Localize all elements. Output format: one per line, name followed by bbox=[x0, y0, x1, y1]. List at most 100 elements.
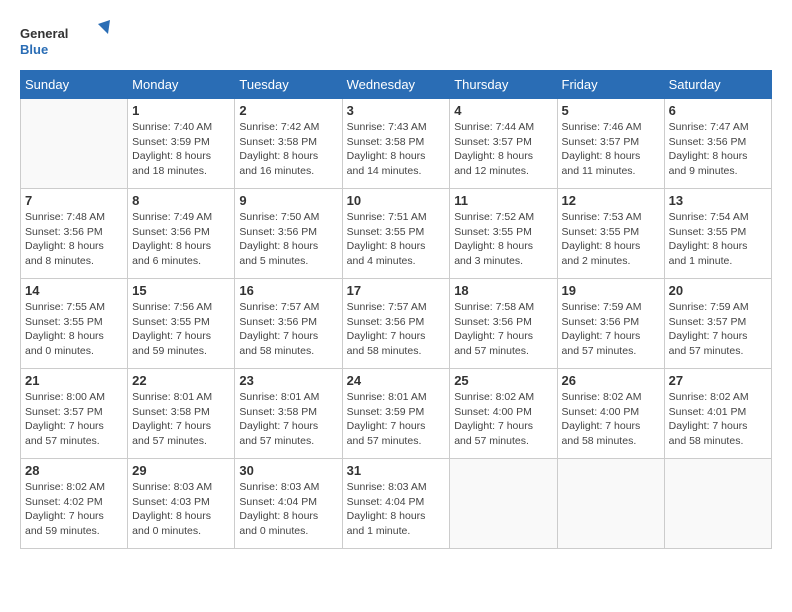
day-info: Sunrise: 7:47 AM Sunset: 3:56 PM Dayligh… bbox=[669, 120, 767, 179]
day-number: 22 bbox=[132, 373, 230, 388]
day-number: 4 bbox=[454, 103, 552, 118]
day-info: Sunrise: 8:02 AM Sunset: 4:00 PM Dayligh… bbox=[454, 390, 552, 449]
day-number: 13 bbox=[669, 193, 767, 208]
day-cell: 17Sunrise: 7:57 AM Sunset: 3:56 PM Dayli… bbox=[342, 279, 450, 369]
day-info: Sunrise: 7:42 AM Sunset: 3:58 PM Dayligh… bbox=[239, 120, 337, 179]
day-info: Sunrise: 8:01 AM Sunset: 3:59 PM Dayligh… bbox=[347, 390, 446, 449]
day-number: 23 bbox=[239, 373, 337, 388]
day-info: Sunrise: 7:48 AM Sunset: 3:56 PM Dayligh… bbox=[25, 210, 123, 269]
day-cell: 27Sunrise: 8:02 AM Sunset: 4:01 PM Dayli… bbox=[664, 369, 771, 459]
day-number: 2 bbox=[239, 103, 337, 118]
day-cell: 5 Sunrise: 7:46 AM Sunset: 3:57 PM Daylig… bbox=[557, 99, 664, 189]
day-cell: 6 Sunrise: 7:47 AM Sunset: 3:56 PM Daylig… bbox=[664, 99, 771, 189]
day-info: Sunrise: 8:03 AM Sunset: 4:03 PM Dayligh… bbox=[132, 480, 230, 539]
day-cell: 21Sunrise: 8:00 AM Sunset: 3:57 PM Dayli… bbox=[21, 369, 128, 459]
day-number: 3 bbox=[347, 103, 446, 118]
day-number: 16 bbox=[239, 283, 337, 298]
day-cell bbox=[21, 99, 128, 189]
header-cell-saturday: Saturday bbox=[664, 71, 771, 99]
week-row-4: 21Sunrise: 8:00 AM Sunset: 3:57 PM Dayli… bbox=[21, 369, 772, 459]
header-cell-sunday: Sunday bbox=[21, 71, 128, 99]
day-number: 8 bbox=[132, 193, 230, 208]
day-number: 24 bbox=[347, 373, 446, 388]
day-cell: 12 Sunrise: 7:53 AM Sunset: 3:55 PM Dayli… bbox=[557, 189, 664, 279]
day-info: Sunrise: 8:01 AM Sunset: 3:58 PM Dayligh… bbox=[132, 390, 230, 449]
day-cell: 19 Sunrise: 7:59 AM Sunset: 3:56 PM Dayli… bbox=[557, 279, 664, 369]
day-cell: 22 Sunrise: 8:01 AM Sunset: 3:58 PM Dayli… bbox=[128, 369, 235, 459]
day-number: 20 bbox=[669, 283, 767, 298]
day-cell: 11 Sunrise: 7:52 AM Sunset: 3:55 PM Dayli… bbox=[450, 189, 557, 279]
header-cell-wednesday: Wednesday bbox=[342, 71, 450, 99]
day-cell: 26Sunrise: 8:02 AM Sunset: 4:00 PM Dayli… bbox=[557, 369, 664, 459]
day-cell: 20 Sunrise: 7:59 AM Sunset: 3:57 PM Dayli… bbox=[664, 279, 771, 369]
day-number: 10 bbox=[347, 193, 446, 208]
day-number: 29 bbox=[132, 463, 230, 478]
day-info: Sunrise: 7:50 AM Sunset: 3:56 PM Dayligh… bbox=[239, 210, 337, 269]
day-number: 15 bbox=[132, 283, 230, 298]
header-cell-thursday: Thursday bbox=[450, 71, 557, 99]
day-info: Sunrise: 7:59 AM Sunset: 3:56 PM Dayligh… bbox=[562, 300, 660, 359]
day-number: 18 bbox=[454, 283, 552, 298]
svg-text:Blue: Blue bbox=[20, 42, 48, 57]
day-info: Sunrise: 8:03 AM Sunset: 4:04 PM Dayligh… bbox=[347, 480, 446, 539]
day-number: 19 bbox=[562, 283, 660, 298]
day-info: Sunrise: 7:55 AM Sunset: 3:55 PM Dayligh… bbox=[25, 300, 123, 359]
calendar-table: SundayMondayTuesdayWednesdayThursdayFrid… bbox=[20, 70, 772, 549]
day-info: Sunrise: 7:59 AM Sunset: 3:57 PM Dayligh… bbox=[669, 300, 767, 359]
day-cell: 31Sunrise: 8:03 AM Sunset: 4:04 PM Dayli… bbox=[342, 459, 450, 549]
calendar-body: 1 Sunrise: 7:40 AM Sunset: 3:59 PM Daylig… bbox=[21, 99, 772, 549]
day-cell: 16 Sunrise: 7:57 AM Sunset: 3:56 PM Dayli… bbox=[235, 279, 342, 369]
week-row-5: 28Sunrise: 8:02 AM Sunset: 4:02 PM Dayli… bbox=[21, 459, 772, 549]
day-info: Sunrise: 7:46 AM Sunset: 3:57 PM Dayligh… bbox=[562, 120, 660, 179]
day-number: 30 bbox=[239, 463, 337, 478]
day-number: 5 bbox=[562, 103, 660, 118]
day-info: Sunrise: 7:58 AM Sunset: 3:56 PM Dayligh… bbox=[454, 300, 552, 359]
day-cell bbox=[664, 459, 771, 549]
calendar-header: SundayMondayTuesdayWednesdayThursdayFrid… bbox=[21, 71, 772, 99]
week-row-2: 7 Sunrise: 7:48 AM Sunset: 3:56 PM Daylig… bbox=[21, 189, 772, 279]
day-info: Sunrise: 7:43 AM Sunset: 3:58 PM Dayligh… bbox=[347, 120, 446, 179]
day-cell bbox=[450, 459, 557, 549]
day-cell: 2 Sunrise: 7:42 AM Sunset: 3:58 PM Daylig… bbox=[235, 99, 342, 189]
day-number: 11 bbox=[454, 193, 552, 208]
page-header: General Blue bbox=[20, 20, 772, 60]
day-cell: 24 Sunrise: 8:01 AM Sunset: 3:59 PM Dayli… bbox=[342, 369, 450, 459]
week-row-3: 14Sunrise: 7:55 AM Sunset: 3:55 PM Dayli… bbox=[21, 279, 772, 369]
day-info: Sunrise: 7:51 AM Sunset: 3:55 PM Dayligh… bbox=[347, 210, 446, 269]
day-cell: 28Sunrise: 8:02 AM Sunset: 4:02 PM Dayli… bbox=[21, 459, 128, 549]
day-number: 7 bbox=[25, 193, 123, 208]
day-info: Sunrise: 7:57 AM Sunset: 3:56 PM Dayligh… bbox=[239, 300, 337, 359]
day-cell: 18 Sunrise: 7:58 AM Sunset: 3:56 PM Dayli… bbox=[450, 279, 557, 369]
day-info: Sunrise: 8:01 AM Sunset: 3:58 PM Dayligh… bbox=[239, 390, 337, 449]
day-cell: 10 Sunrise: 7:51 AM Sunset: 3:55 PM Dayli… bbox=[342, 189, 450, 279]
logo-svg: General Blue bbox=[20, 20, 110, 60]
header-cell-monday: Monday bbox=[128, 71, 235, 99]
day-number: 6 bbox=[669, 103, 767, 118]
day-info: Sunrise: 7:53 AM Sunset: 3:55 PM Dayligh… bbox=[562, 210, 660, 269]
day-cell: 7 Sunrise: 7:48 AM Sunset: 3:56 PM Daylig… bbox=[21, 189, 128, 279]
header-cell-tuesday: Tuesday bbox=[235, 71, 342, 99]
day-cell: 9Sunrise: 7:50 AM Sunset: 3:56 PM Daylig… bbox=[235, 189, 342, 279]
day-info: Sunrise: 7:49 AM Sunset: 3:56 PM Dayligh… bbox=[132, 210, 230, 269]
day-number: 12 bbox=[562, 193, 660, 208]
day-info: Sunrise: 7:54 AM Sunset: 3:55 PM Dayligh… bbox=[669, 210, 767, 269]
day-info: Sunrise: 7:52 AM Sunset: 3:55 PM Dayligh… bbox=[454, 210, 552, 269]
day-cell: 25 Sunrise: 8:02 AM Sunset: 4:00 PM Dayli… bbox=[450, 369, 557, 459]
day-cell: 30 Sunrise: 8:03 AM Sunset: 4:04 PM Dayli… bbox=[235, 459, 342, 549]
day-cell: 23 Sunrise: 8:01 AM Sunset: 3:58 PM Dayli… bbox=[235, 369, 342, 459]
day-number: 27 bbox=[669, 373, 767, 388]
day-info: Sunrise: 8:03 AM Sunset: 4:04 PM Dayligh… bbox=[239, 480, 337, 539]
day-cell: 4Sunrise: 7:44 AM Sunset: 3:57 PM Daylig… bbox=[450, 99, 557, 189]
week-row-1: 1 Sunrise: 7:40 AM Sunset: 3:59 PM Daylig… bbox=[21, 99, 772, 189]
day-info: Sunrise: 7:40 AM Sunset: 3:59 PM Dayligh… bbox=[132, 120, 230, 179]
day-info: Sunrise: 7:56 AM Sunset: 3:55 PM Dayligh… bbox=[132, 300, 230, 359]
day-number: 1 bbox=[132, 103, 230, 118]
day-info: Sunrise: 8:02 AM Sunset: 4:02 PM Dayligh… bbox=[25, 480, 123, 539]
day-cell bbox=[557, 459, 664, 549]
day-cell: 8 Sunrise: 7:49 AM Sunset: 3:56 PM Daylig… bbox=[128, 189, 235, 279]
day-cell: 13 Sunrise: 7:54 AM Sunset: 3:55 PM Dayli… bbox=[664, 189, 771, 279]
day-number: 25 bbox=[454, 373, 552, 388]
day-number: 21 bbox=[25, 373, 123, 388]
svg-text:General: General bbox=[20, 26, 68, 41]
day-cell: 14Sunrise: 7:55 AM Sunset: 3:55 PM Dayli… bbox=[21, 279, 128, 369]
